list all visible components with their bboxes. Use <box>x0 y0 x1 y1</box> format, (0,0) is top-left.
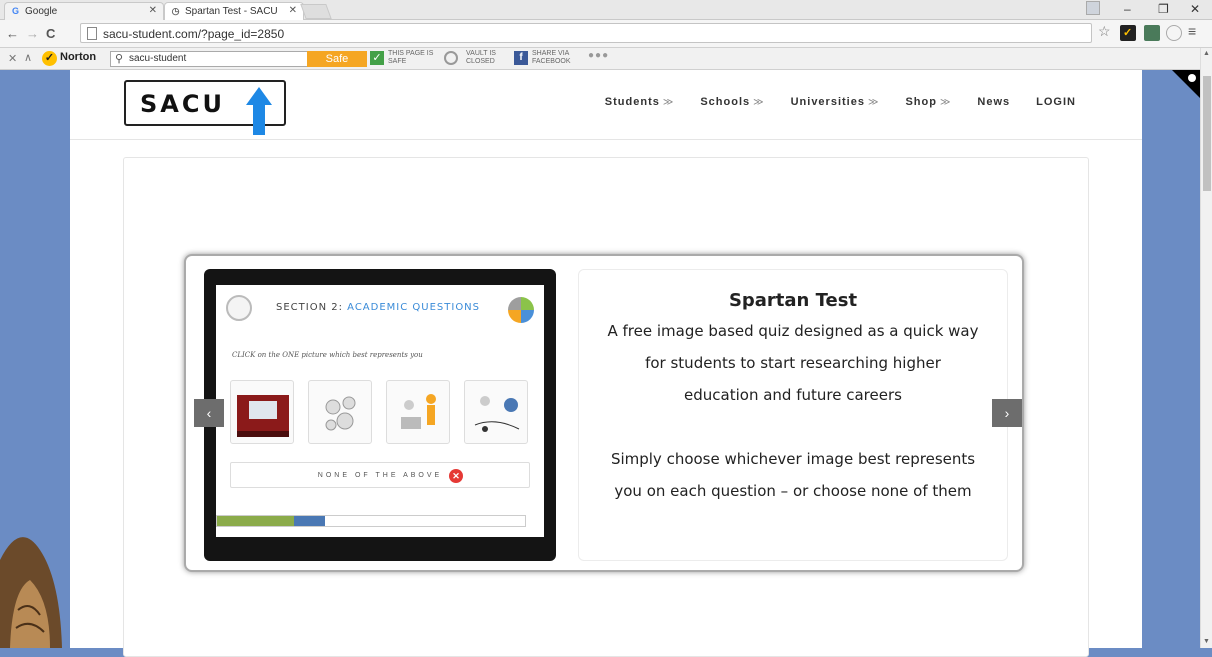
close-window-icon[interactable]: ✕ <box>1190 2 1200 16</box>
tab-title: Google <box>25 6 58 17</box>
logo-arrow-icon <box>246 87 272 135</box>
slide-line: Simply choose whichever image best repre… <box>610 450 976 468</box>
section-icon <box>226 295 252 321</box>
vault-icon <box>444 51 458 65</box>
menu-icon[interactable]: ≡ <box>1188 23 1204 39</box>
loading-favicon-icon: ◷ <box>171 6 180 16</box>
forward-icon[interactable]: → <box>26 26 39 41</box>
chevron-down-icon: ≫ <box>939 97 952 108</box>
choice-molecule-image <box>308 380 372 444</box>
info-extension-icon[interactable] <box>1166 25 1182 41</box>
norton-extension-icon[interactable]: ✓ <box>1120 25 1136 41</box>
chevron-down-icon: ≫ <box>662 97 675 108</box>
url-field[interactable]: sacu-student.com/?page_id=2850 <box>80 23 1092 43</box>
more-icon[interactable]: ●●● <box>588 51 609 61</box>
nav-news[interactable]: News <box>977 96 1010 108</box>
nav-students[interactable]: Students ≫ <box>605 96 675 108</box>
quiz-instruction: CLICK on the ONE picture which best repr… <box>232 351 423 359</box>
tab-google[interactable]: G Google ✕ <box>4 2 164 20</box>
nav-login[interactable]: LOGIN <box>1036 96 1076 108</box>
slide-line <box>579 411 1007 443</box>
nav-universities[interactable]: Universities ≫ <box>791 96 880 108</box>
main-nav: Students ≫ Schools ≫ Universities ≫ Shop ≫ N… <box>579 96 1076 108</box>
url-text: sacu-student.com/?page_id=2850 <box>103 27 285 41</box>
chevron-down-icon: ≫ <box>753 97 765 108</box>
share-facebook[interactable]: SHARE VIA FACEBOOK <box>532 50 571 66</box>
user-profile-icon[interactable] <box>1086 1 1100 15</box>
collapse-toolbar-icon[interactable]: ∧ <box>24 51 32 64</box>
close-tab-icon[interactable]: ✕ <box>149 5 157 16</box>
page-safe-check-icon: ✓ <box>370 51 384 65</box>
progress-green-fill <box>217 516 294 526</box>
search-icon: ⚲ <box>115 53 124 65</box>
page-icon <box>87 27 97 40</box>
close-toolbar-icon[interactable]: ✕ <box>8 52 17 65</box>
chevron-down-icon: ≫ <box>867 97 880 108</box>
slide-line: education and future careers <box>684 386 902 404</box>
slide-line: A free image based quiz designed as a qu… <box>607 322 979 340</box>
google-favicon-icon: G <box>11 6 19 16</box>
minimize-icon[interactable]: – <box>1124 2 1131 16</box>
tab-title: Spartan Test - SACU <box>185 6 278 17</box>
back-icon[interactable]: ← <box>6 26 19 41</box>
tablet-image: SECTION 2: ACADEMIC QUESTIONS CLICK on t… <box>204 269 556 561</box>
quiz-screen: SECTION 2: ACADEMIC QUESTIONS CLICK on t… <box>216 285 544 537</box>
image-slider: SECTION 2: ACADEMIC QUESTIONS CLICK on t… <box>184 254 1024 572</box>
owl-image <box>0 537 62 648</box>
sacu-logo[interactable]: SACU <box>124 80 286 135</box>
page-scrollbar[interactable]: ▲ ▼ <box>1200 48 1212 648</box>
nav-shop[interactable]: Shop ≫ <box>905 96 951 108</box>
choice-music-image <box>464 380 528 444</box>
slide-line: you on each question – or choose none of… <box>614 482 972 500</box>
bookmark-star-icon[interactable]: ☆ <box>1098 23 1114 39</box>
progress-blue-fill <box>294 516 325 526</box>
safe-search-button[interactable]: Safe Search <box>307 51 367 81</box>
norton-toolbar: ✕ ∧ ✓ Norton ⚲ sacu-student Safe Search … <box>0 48 1212 81</box>
norton-logo[interactable]: ✓ Norton <box>42 51 96 67</box>
slider-next-button[interactable]: › <box>992 399 1022 427</box>
choice-figures-image <box>386 380 450 444</box>
puzzle-icon <box>508 297 534 323</box>
browser-tab-strip: G Google ✕ ◷ Spartan Test - SACU ✕ – ❐ ✕ <box>0 0 1212 20</box>
slide-description: Spartan Test A free image based quiz des… <box>578 269 1008 561</box>
image-extension-icon[interactable] <box>1144 25 1160 41</box>
norton-check-icon: ✓ <box>42 51 57 66</box>
scroll-up-icon[interactable]: ▲ <box>1203 50 1210 57</box>
facebook-icon: f <box>514 51 528 65</box>
address-toolbar: ← → C sacu-student.com/?page_id=2850 ☆ ✓… <box>0 20 1212 48</box>
reload-icon[interactable]: C <box>46 26 55 41</box>
settings-dot-icon[interactable] <box>1188 74 1196 82</box>
close-x-icon: ✕ <box>449 469 463 483</box>
tab-spartan-test[interactable]: ◷ Spartan Test - SACU ✕ <box>164 2 304 20</box>
site-header: SACU Students ≫ Schools ≫ Universities ≫ Sh… <box>70 70 1142 140</box>
section-heading: SECTION 2: ACADEMIC QUESTIONS <box>276 302 481 313</box>
page-safe-status[interactable]: THIS PAGE IS SAFE <box>388 50 433 66</box>
search-value: sacu-student <box>129 53 187 64</box>
content-panel: SECTION 2: ACADEMIC QUESTIONS CLICK on t… <box>123 157 1089 657</box>
scrollbar-thumb[interactable] <box>1203 76 1211 191</box>
close-tab-icon[interactable]: ✕ <box>289 5 297 16</box>
new-tab-button[interactable] <box>300 4 332 19</box>
restore-icon[interactable]: ❐ <box>1158 2 1169 16</box>
none-of-the-above-button: NONE OF THE ABOVE ✕ <box>230 462 530 488</box>
slide-title: Spartan Test <box>728 290 858 311</box>
web-page: SACU Students ≫ Schools ≫ Universities ≫ Sh… <box>70 70 1142 657</box>
quiz-progress-bar <box>216 515 526 527</box>
slide-line: for students to start researching higher <box>645 354 941 372</box>
nav-schools[interactable]: Schools ≫ <box>700 96 764 108</box>
norton-search-input[interactable]: ⚲ sacu-student <box>110 51 308 67</box>
choice-theatre-image <box>230 380 294 444</box>
slider-prev-button[interactable]: ‹ <box>194 399 224 427</box>
vault-status[interactable]: VAULT IS CLOSED <box>466 50 496 66</box>
scroll-down-icon[interactable]: ▼ <box>1203 638 1210 645</box>
